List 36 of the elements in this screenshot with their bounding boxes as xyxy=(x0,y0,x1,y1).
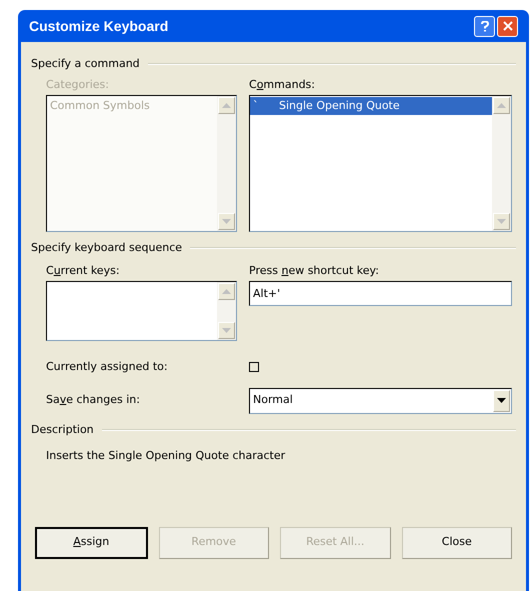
field-label: Currently assigned to: xyxy=(46,360,168,373)
scrollbar[interactable] xyxy=(217,282,236,340)
down-arrow-icon xyxy=(222,328,231,333)
shortcut-input-field[interactable]: Alt+' xyxy=(249,281,512,306)
scroll-down-button[interactable] xyxy=(218,322,235,339)
scroll-up-button[interactable] xyxy=(493,97,510,114)
group-title: Specify a command xyxy=(31,56,140,72)
group-title: Specify keyboard sequence xyxy=(31,240,182,256)
checkbox[interactable] xyxy=(249,362,259,372)
list-box[interactable]: ` Single Opening Quote xyxy=(249,95,512,232)
dialog-button[interactable]: Assign xyxy=(35,526,148,558)
description-text: Inserts the Single Opening Quote character xyxy=(45,448,286,464)
field-label: Press new shortcut key: xyxy=(249,262,380,278)
group-title: Description xyxy=(31,422,94,438)
help-icon xyxy=(480,20,488,32)
list-item[interactable]: ` Single Opening Quote xyxy=(250,97,492,115)
field-label: Save changes in: xyxy=(46,393,140,406)
up-arrow-icon xyxy=(222,103,231,108)
down-arrow-icon xyxy=(497,398,506,403)
scroll-up-button[interactable] xyxy=(218,283,235,300)
down-arrow-icon xyxy=(222,219,231,224)
window-title: Customize Keyboard xyxy=(29,16,168,36)
field-label: Commands: xyxy=(249,76,316,92)
scroll-down-button[interactable] xyxy=(493,213,510,230)
list-box[interactable] xyxy=(46,281,237,341)
up-arrow-icon xyxy=(497,103,506,108)
down-arrow-icon xyxy=(497,219,506,224)
dialog-button[interactable]: Close xyxy=(402,526,512,558)
help-button[interactable] xyxy=(474,16,495,36)
save-in-dropdown[interactable]: Normal xyxy=(249,388,512,414)
field-label: Current keys: xyxy=(46,262,121,278)
up-arrow-icon xyxy=(222,289,231,294)
close-icon xyxy=(502,21,512,31)
close-button[interactable] xyxy=(497,16,518,36)
scrollbar[interactable] xyxy=(492,96,511,231)
field-label: Categories: xyxy=(46,76,110,92)
